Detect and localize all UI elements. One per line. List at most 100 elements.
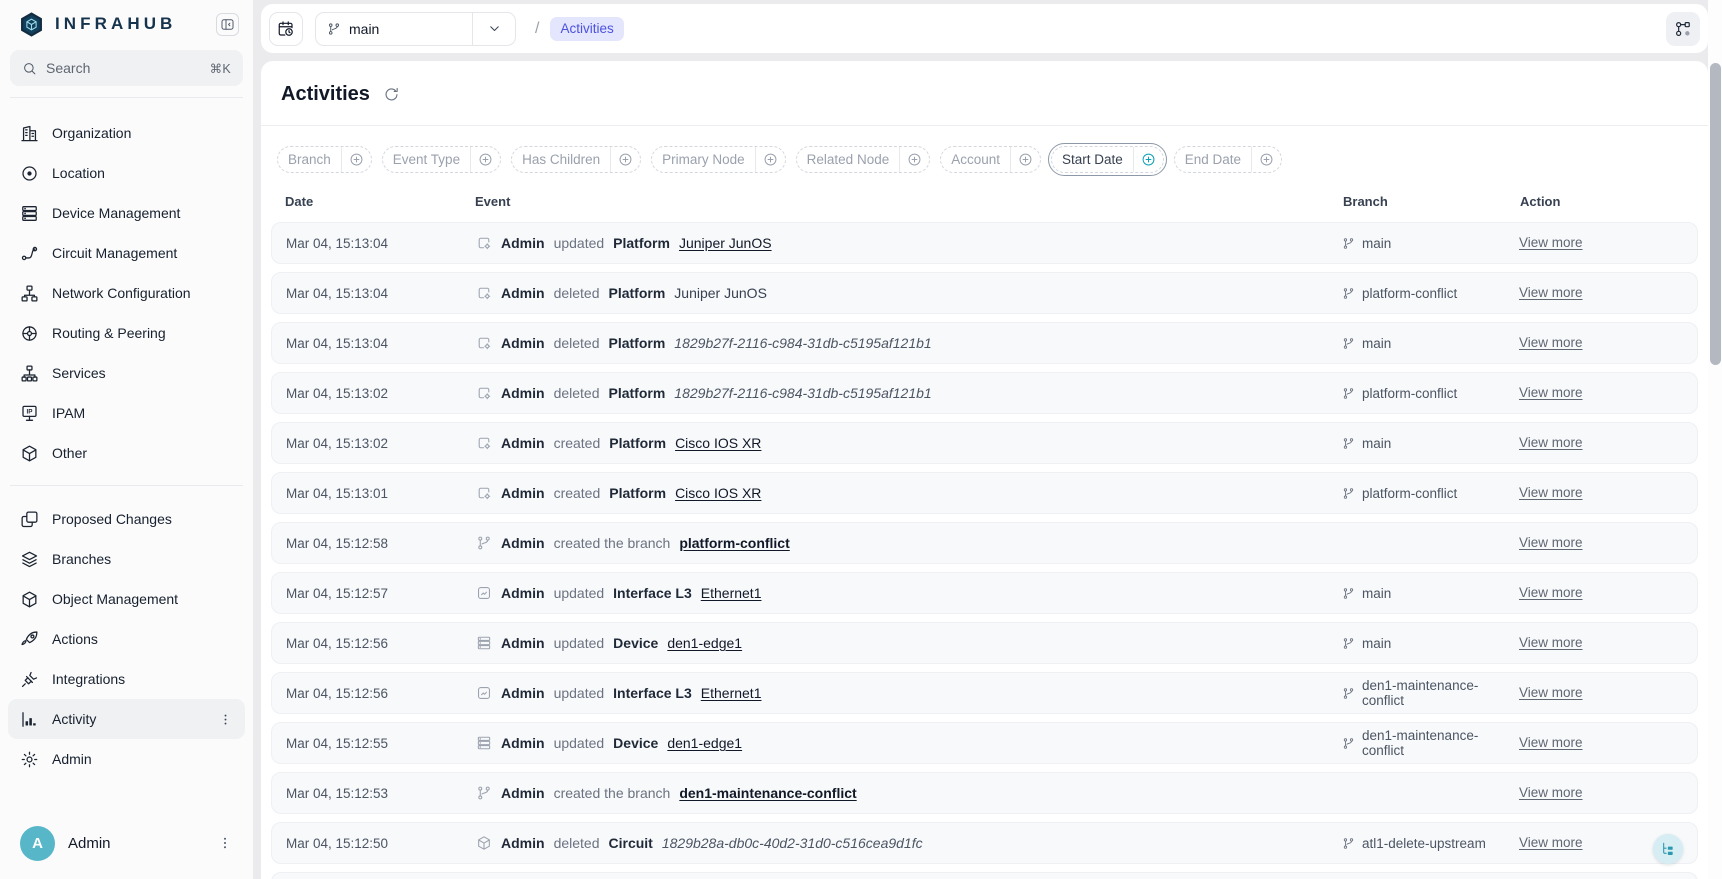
platform-icon xyxy=(476,285,492,301)
user-row[interactable]: A Admin xyxy=(8,821,245,865)
row-branch: den1-maintenance-conflict xyxy=(1342,678,1519,708)
filter-chip-related-node[interactable]: Related Node xyxy=(796,146,931,173)
row-branch: platform-conflict xyxy=(1342,386,1519,401)
main-content: Activities Branch Event Type Has Childre… xyxy=(261,61,1708,879)
view-more-link[interactable]: View more xyxy=(1519,335,1583,350)
sidebar-item-routing-peering[interactable]: Routing & Peering xyxy=(8,313,245,353)
page-head: Activities xyxy=(261,61,1708,126)
plus-circle-icon[interactable] xyxy=(1010,147,1040,172)
view-more-link[interactable]: View more xyxy=(1519,735,1583,750)
sidebar-item-organization[interactable]: Organization xyxy=(8,113,245,153)
view-more-link[interactable]: View more xyxy=(1519,685,1583,700)
row-object-name[interactable]: den1-edge1 xyxy=(667,735,742,751)
plus-circle-icon[interactable] xyxy=(1133,147,1163,172)
plus-circle-icon[interactable] xyxy=(1251,147,1281,172)
row-object-name[interactable]: den1-maintenance-conflict xyxy=(679,785,856,801)
schema-viewer-button[interactable] xyxy=(1666,12,1700,46)
branch-selector[interactable]: main xyxy=(315,12,516,46)
plus-circle-icon[interactable] xyxy=(610,147,640,172)
time-travel-button[interactable] xyxy=(269,12,303,46)
sidebar-item-proposed-changes[interactable]: Proposed Changes xyxy=(8,499,245,539)
row-object-name[interactable]: Ethernet1 xyxy=(701,585,762,601)
table-row-partial xyxy=(271,872,1698,879)
row-account: Admin xyxy=(501,685,545,701)
filter-chip-account[interactable]: Account xyxy=(940,146,1041,173)
row-verb: created the branch xyxy=(554,535,671,551)
row-object-name[interactable]: den1-edge1 xyxy=(667,635,742,651)
sidebar-item-activity[interactable]: Activity xyxy=(8,699,245,739)
row-object-name: Juniper JunOS xyxy=(674,285,767,301)
row-object-name[interactable]: Ethernet1 xyxy=(701,685,762,701)
sidebar-item-services[interactable]: Services xyxy=(8,353,245,393)
filter-chip-has-children[interactable]: Has Children xyxy=(511,146,641,173)
breadcrumb-separator: / xyxy=(535,20,539,38)
route-icon xyxy=(20,244,39,263)
git-branch-icon xyxy=(327,22,341,36)
git-branch-icon xyxy=(1342,687,1355,700)
view-more-link[interactable]: View more xyxy=(1519,585,1583,600)
sidebar-item-ipam[interactable]: IP IPAM xyxy=(8,393,245,433)
filter-chip-end-date[interactable]: End Date xyxy=(1174,146,1282,173)
nav-group-divider xyxy=(10,485,243,486)
row-verb: updated xyxy=(554,585,605,601)
sidebar-item-object-management[interactable]: Object Management xyxy=(8,579,245,619)
view-more-link[interactable]: View more xyxy=(1519,835,1583,850)
table-row: Mar 04, 15:12:56 Admin updated Interface… xyxy=(271,672,1698,714)
view-more-link[interactable]: View more xyxy=(1519,385,1583,400)
location-icon xyxy=(20,164,39,183)
sidebar-item-integrations[interactable]: Integrations xyxy=(8,659,245,699)
filter-chip-event-type[interactable]: Event Type xyxy=(382,146,501,173)
sidebar-item-actions[interactable]: Actions xyxy=(8,619,245,659)
column-header-branch: Branch xyxy=(1343,194,1520,209)
sidebar-collapse-button[interactable] xyxy=(216,13,239,36)
search-input[interactable] xyxy=(46,60,201,76)
search-box[interactable]: ⌘K xyxy=(10,50,243,86)
row-object-name[interactable]: platform-conflict xyxy=(679,535,789,551)
gitbranch-icon xyxy=(476,535,492,551)
chart-icon xyxy=(20,710,39,729)
table-header: DateEventBranchAction xyxy=(271,194,1698,209)
plus-circle-icon[interactable] xyxy=(899,147,929,172)
row-object-name[interactable]: Juniper JunOS xyxy=(679,235,772,251)
breadcrumb-current[interactable]: Activities xyxy=(550,17,623,41)
sidebar-item-other[interactable]: Other xyxy=(8,433,245,473)
plus-circle-icon[interactable] xyxy=(341,147,371,172)
row-object-name[interactable]: Cisco IOS XR xyxy=(675,485,761,501)
ipam-icon: IP xyxy=(20,404,39,423)
kebab-menu-icon[interactable] xyxy=(218,712,233,727)
view-more-link[interactable]: View more xyxy=(1519,535,1583,550)
plus-circle-icon[interactable] xyxy=(755,147,785,172)
sidebar-item-device-management[interactable]: Device Management xyxy=(8,193,245,233)
scrollbar-thumb[interactable] xyxy=(1710,63,1721,365)
hierarchy-tree-toggle-button[interactable] xyxy=(1653,834,1683,864)
filter-chip-start-date[interactable]: Start Date xyxy=(1051,146,1164,173)
column-header-action: Action xyxy=(1520,194,1684,209)
user-menu-kebab-icon[interactable] xyxy=(217,835,233,851)
sidebar-item-network-configuration[interactable]: Network Configuration xyxy=(8,273,245,313)
row-object-name[interactable]: Cisco IOS XR xyxy=(675,435,761,451)
sidebar-item-admin[interactable]: Admin xyxy=(8,739,245,779)
view-more-link[interactable]: View more xyxy=(1519,785,1583,800)
view-more-link[interactable]: View more xyxy=(1519,285,1583,300)
row-date: Mar 04, 15:12:57 xyxy=(286,586,476,601)
view-more-link[interactable]: View more xyxy=(1519,435,1583,450)
filter-chip-branch[interactable]: Branch xyxy=(277,146,372,173)
filter-chip-primary-node[interactable]: Primary Node xyxy=(651,146,786,173)
gitbranch-icon xyxy=(476,785,492,801)
view-more-link[interactable]: View more xyxy=(1519,485,1583,500)
row-account: Admin xyxy=(501,735,545,751)
sidebar-item-branches[interactable]: Branches xyxy=(8,539,245,579)
view-more-link[interactable]: View more xyxy=(1519,635,1583,650)
sidebar-item-circuit-management[interactable]: Circuit Management xyxy=(8,233,245,273)
plus-circle-icon[interactable] xyxy=(470,147,500,172)
scrollbar-track[interactable] xyxy=(1708,0,1722,879)
row-date: Mar 04, 15:12:56 xyxy=(286,686,476,701)
refresh-button[interactable] xyxy=(383,86,400,103)
view-more-link[interactable]: View more xyxy=(1519,235,1583,250)
row-object-name: 1829b27f-2116-c984-31db-c5195af121b1 xyxy=(674,335,931,351)
row-action: View more xyxy=(1519,684,1683,702)
branch-selector-chevron[interactable] xyxy=(472,13,515,45)
row-object-type: Platform xyxy=(609,385,666,401)
filter-chip-label: Start Date xyxy=(1052,152,1133,167)
sidebar-item-location[interactable]: Location xyxy=(8,153,245,193)
